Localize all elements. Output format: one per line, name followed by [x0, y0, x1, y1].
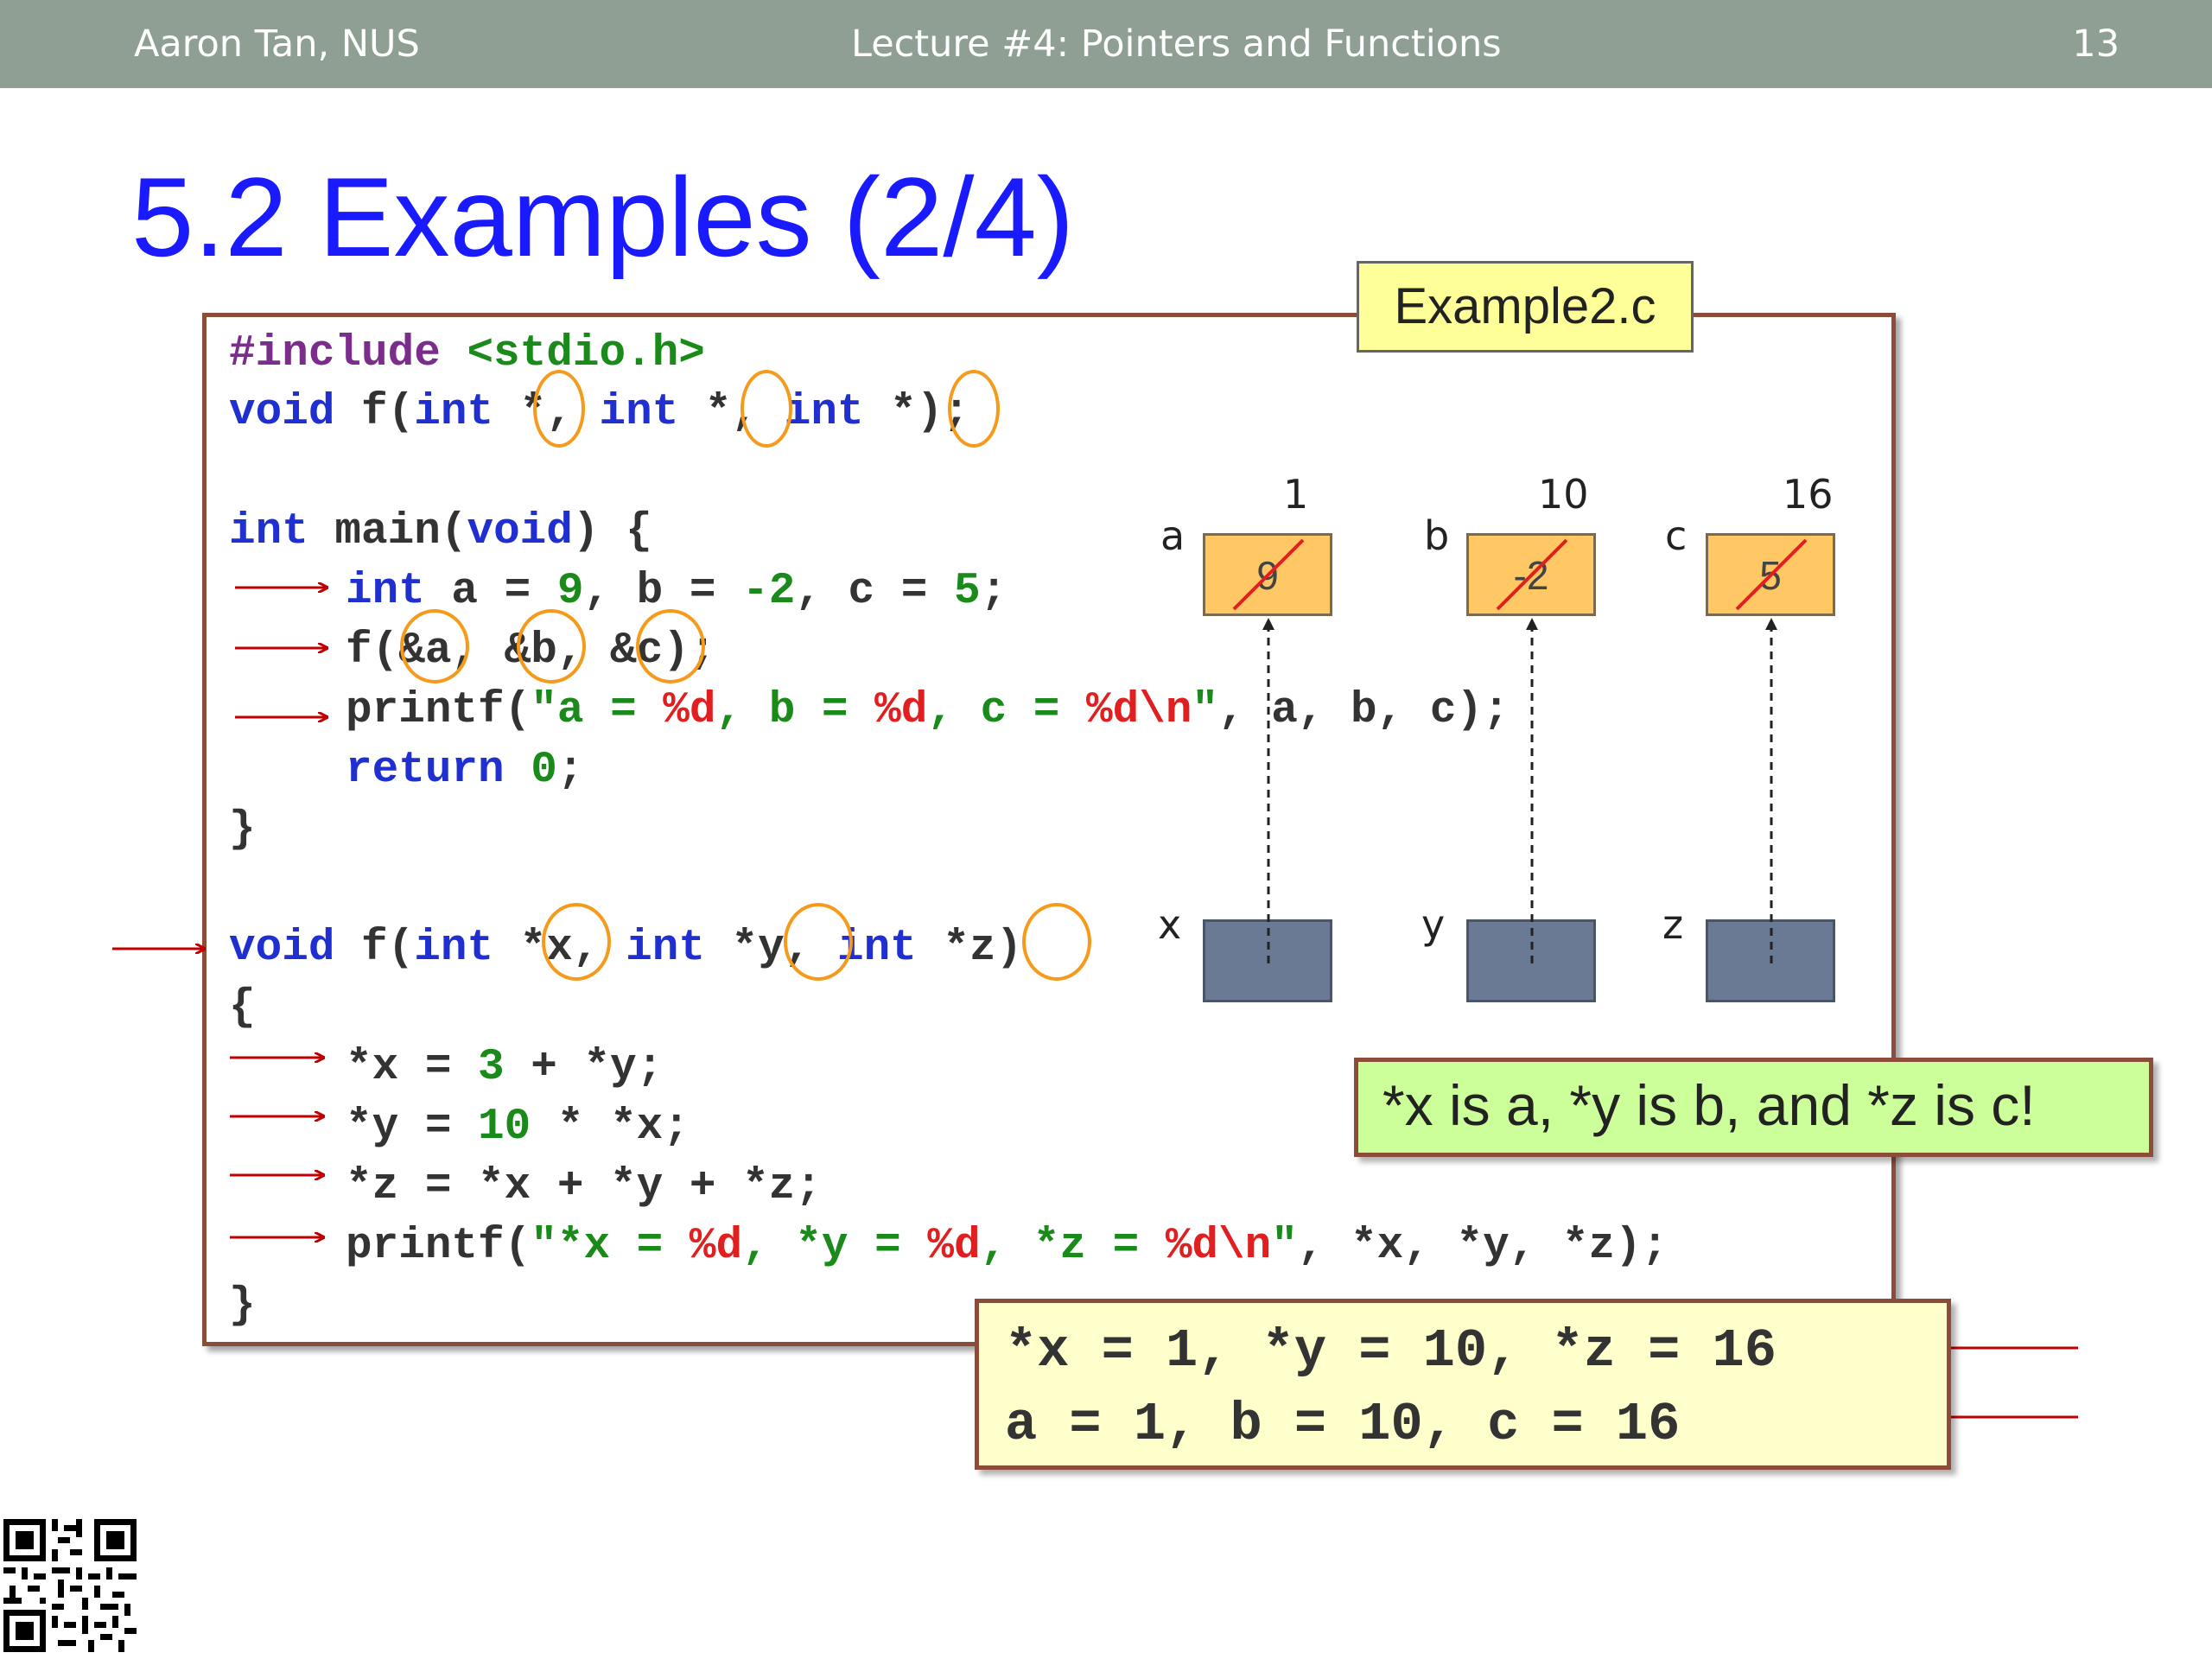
- output-line-2: a = 1, b = 10, c = 16: [1005, 1394, 1681, 1455]
- strike-line: [1735, 538, 1808, 611]
- output-line-1: *x = 1, *y = 10, *z = 16: [1005, 1320, 1777, 1382]
- strike-line: [1496, 538, 1568, 611]
- pointer-note: *x is a, *y is b, and *z is c!: [1354, 1058, 2153, 1157]
- strike-line: [1232, 538, 1305, 611]
- program-output: *x = 1, *y = 10, *z = 16 a = 1, b = 10, …: [975, 1299, 1951, 1470]
- qr-code-icon: [3, 1519, 137, 1652]
